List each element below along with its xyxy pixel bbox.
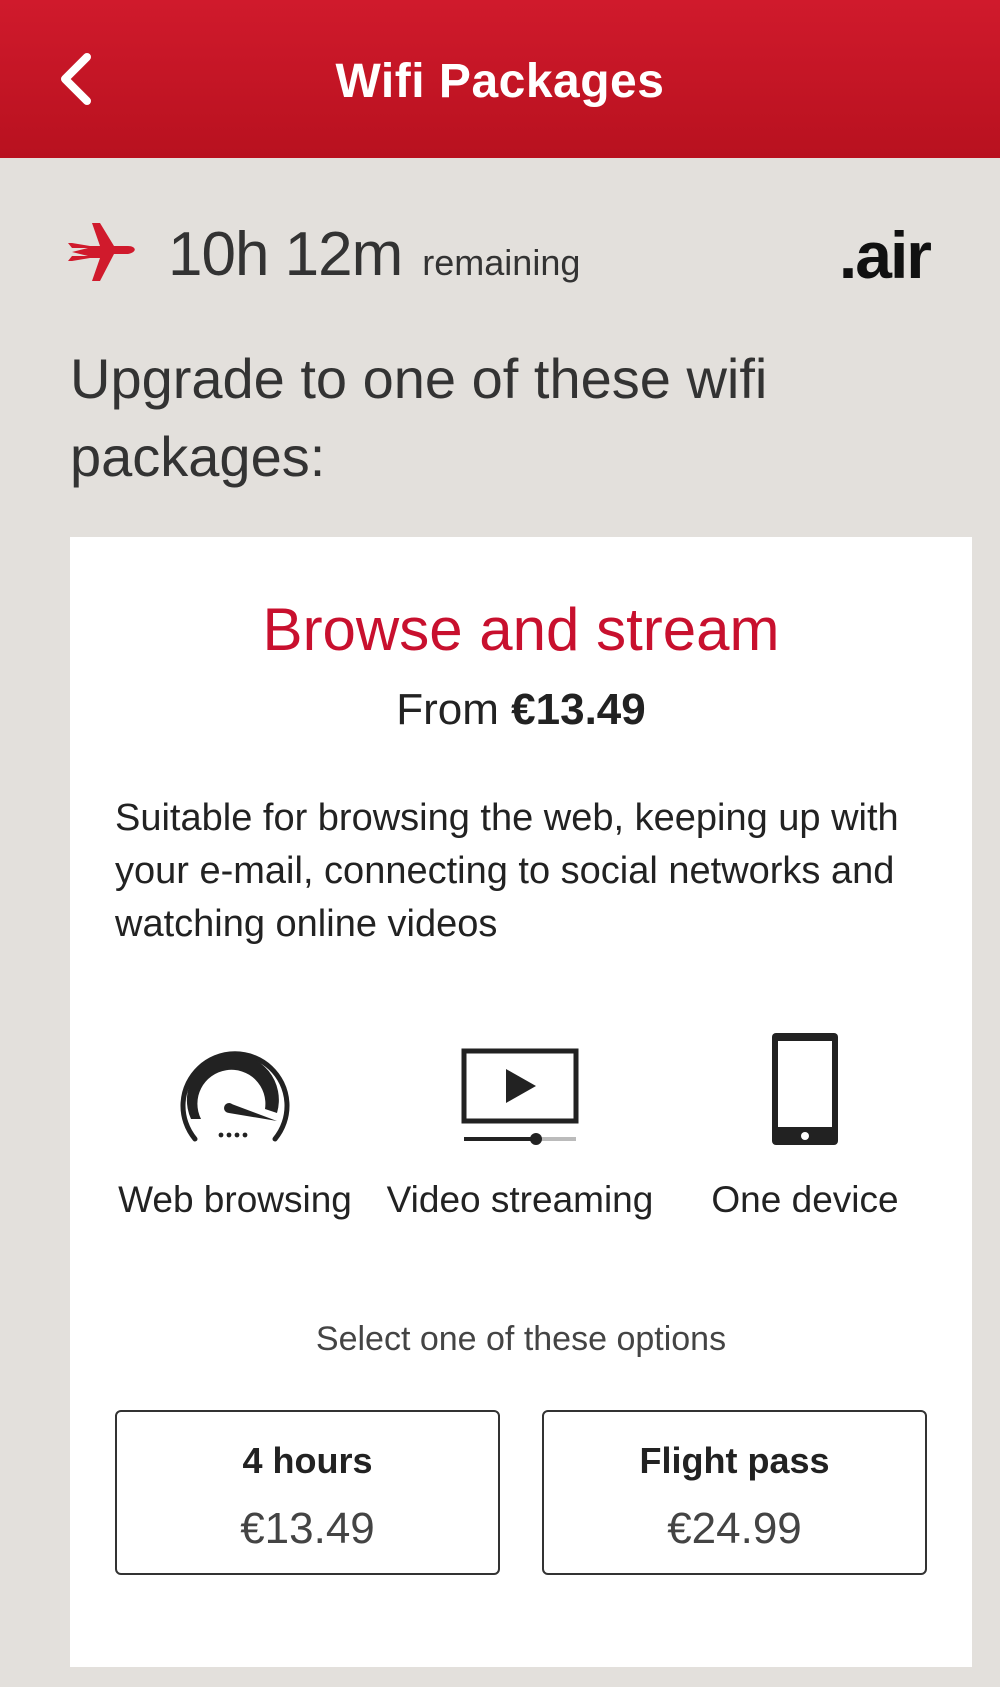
- package-description: Suitable for browsing the web, keeping u…: [115, 797, 899, 945]
- option-title: 4 hours: [242, 1440, 373, 1481]
- video-player-icon: [461, 1048, 579, 1145]
- intro-text: Upgrade to one of these wifi packages:: [70, 347, 768, 488]
- time-remaining: 10h 12m remaining: [168, 219, 580, 290]
- package-name: Browse and stream: [262, 596, 780, 663]
- price-prefix: From: [396, 685, 499, 734]
- feature-web-browsing: Web browsing: [95, 1017, 375, 1221]
- option-4-hours-button[interactable]: 4 hours €13.49: [115, 1410, 500, 1575]
- select-prompt: Select one of these options: [315, 1320, 727, 1358]
- chevron-left-icon: [61, 53, 91, 105]
- package-price: From €13.49: [70, 685, 972, 735]
- feature-one-device: One device: [665, 1017, 945, 1221]
- option-price: €24.99: [667, 1504, 802, 1553]
- price-value: €13.49: [511, 685, 646, 734]
- back-button[interactable]: [40, 44, 110, 114]
- option-flight-pass-button[interactable]: Flight pass €24.99: [542, 1410, 927, 1575]
- brand-logo: .air: [838, 218, 932, 292]
- airplane-icon: [68, 223, 135, 281]
- time-label: remaining: [422, 242, 581, 283]
- speedometer-icon: [180, 1051, 290, 1142]
- option-price: €13.49: [240, 1504, 375, 1553]
- feature-label: One device: [711, 1179, 899, 1220]
- page-title: Wifi Packages: [335, 54, 665, 108]
- smartphone-icon: [772, 1033, 838, 1145]
- flight-status: 10h 12m remaining .air: [0, 205, 1000, 305]
- package-card: Browse and stream From €13.49 Suitable f…: [70, 537, 972, 1667]
- app-header: Wifi Packages: [0, 0, 1000, 158]
- feature-label: Web browsing: [118, 1179, 352, 1220]
- time-value: 10h 12m: [168, 220, 403, 289]
- option-title: Flight pass: [639, 1440, 830, 1481]
- feature-video-streaming: Video streaming: [380, 1017, 660, 1221]
- feature-label: Video streaming: [386, 1179, 654, 1220]
